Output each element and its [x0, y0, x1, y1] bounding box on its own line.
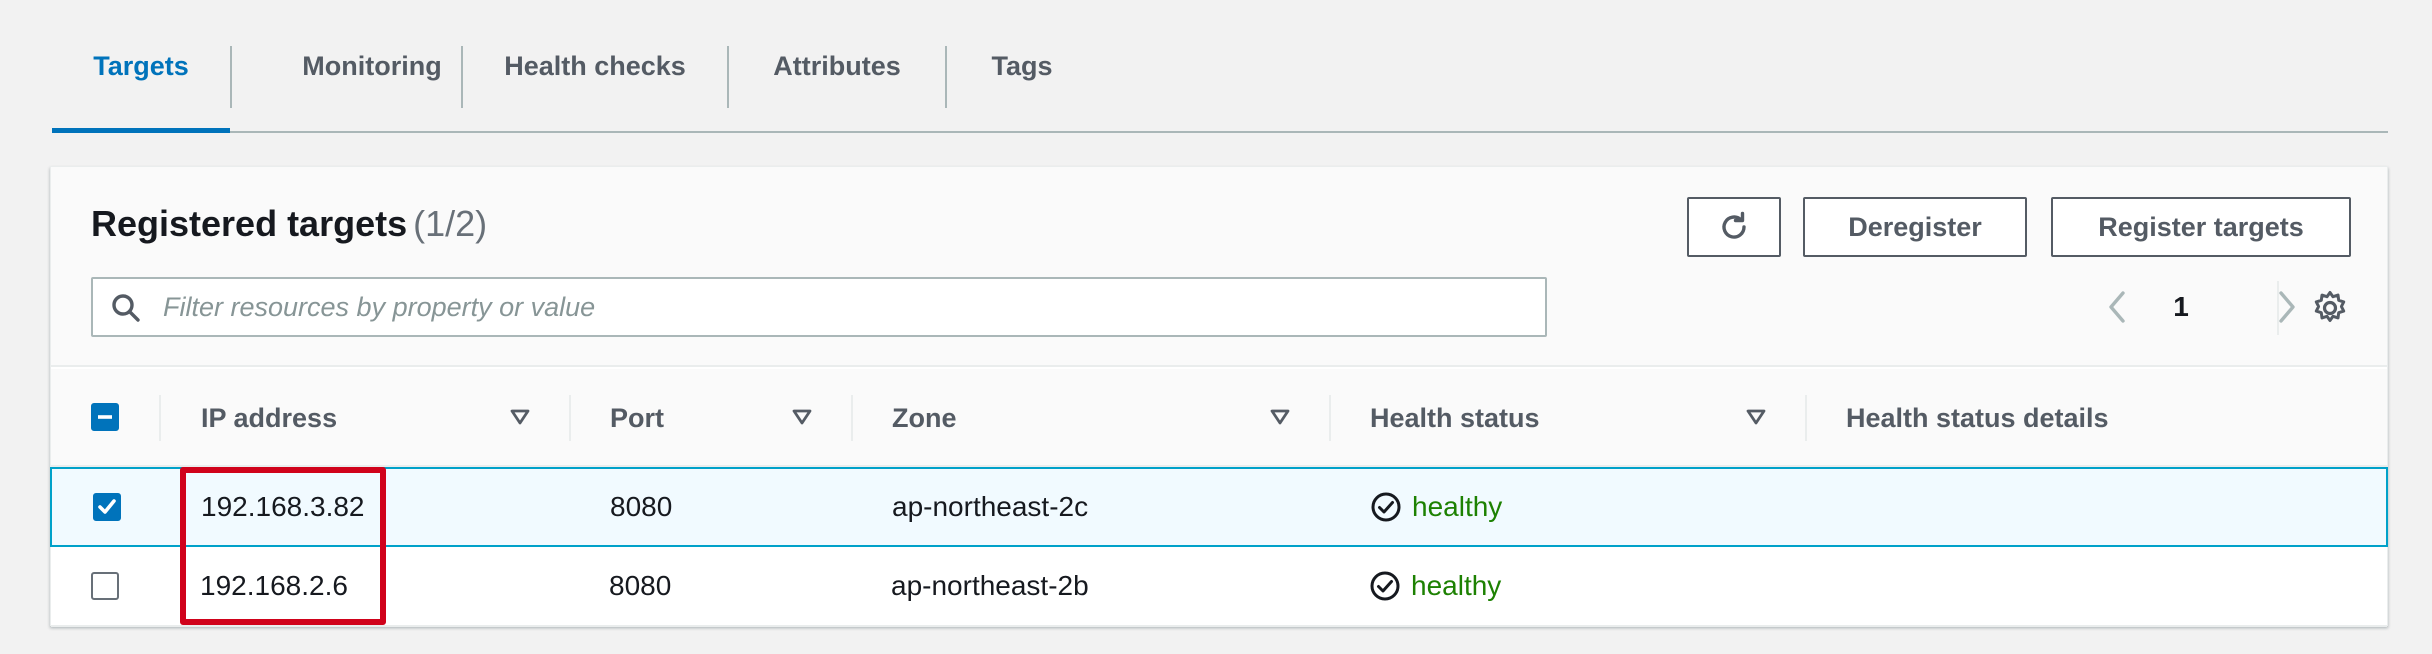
- refresh-icon: [1722, 211, 1746, 239]
- column-header-health-status-details[interactable]: Health status details: [1846, 369, 2109, 467]
- registered-targets-panel: Registered targets (1/2) Deregister Regis…: [50, 166, 2388, 627]
- tab-bar: Targets Monitoring Health checks Attribu…: [52, 0, 2388, 133]
- row-checkbox[interactable]: [91, 572, 119, 600]
- column-header-zone[interactable]: Zone: [892, 369, 957, 467]
- register-targets-button[interactable]: Register targets: [2051, 197, 2351, 257]
- column-divider: [1329, 395, 1331, 441]
- port-cell: 8080: [609, 570, 672, 601]
- tab-health-checks[interactable]: Health checks: [463, 0, 727, 133]
- previous-page-icon[interactable]: [2105, 289, 2131, 325]
- column-divider: [569, 395, 571, 441]
- health-status-cell: healthy: [1370, 469, 1502, 545]
- sort-icon[interactable]: [791, 407, 813, 427]
- panel-header: Registered targets (1/2) Deregister Regis…: [51, 167, 2387, 367]
- refresh-button[interactable]: [1687, 197, 1781, 257]
- panel-title-text: Registered targets: [91, 203, 408, 244]
- table-row[interactable]: 192.168.2.6 8080 ap-northeast-2b healthy: [51, 547, 2387, 627]
- tab-health-checks-label: Health checks: [504, 51, 686, 81]
- tab-attributes[interactable]: Attributes: [729, 0, 945, 133]
- column-header-port[interactable]: Port: [610, 369, 664, 467]
- deregister-button[interactable]: Deregister: [1803, 197, 2027, 257]
- gear-icon[interactable]: [2311, 289, 2349, 327]
- select-all-checkbox[interactable]: [91, 403, 119, 431]
- selection-count: (1/2): [413, 203, 488, 244]
- tab-targets[interactable]: Targets: [52, 0, 230, 133]
- deregister-button-label: Deregister: [1848, 211, 1982, 242]
- tab-targets-label: Targets: [93, 51, 189, 81]
- panel-title: Registered targets (1/2): [91, 203, 487, 245]
- column-header-ip-address[interactable]: IP address: [201, 369, 337, 467]
- health-status-text: healthy: [1412, 491, 1503, 522]
- column-divider: [159, 395, 161, 441]
- status-positive-icon: [1370, 571, 1400, 601]
- sort-icon[interactable]: [1269, 407, 1291, 427]
- zone-cell: ap-northeast-2c: [892, 491, 1089, 522]
- register-targets-button-label: Register targets: [2098, 211, 2304, 242]
- pager-divider: [2277, 281, 2279, 335]
- health-status-text: healthy: [1411, 570, 1502, 601]
- column-divider: [1805, 395, 1807, 441]
- port-cell: 8080: [610, 491, 673, 522]
- column-divider: [851, 395, 853, 441]
- sort-icon[interactable]: [1745, 407, 1767, 427]
- tab-monitoring-label: Monitoring: [302, 51, 442, 81]
- active-tab-indicator: [52, 128, 230, 133]
- column-header-health-status[interactable]: Health status: [1370, 369, 1540, 467]
- tab-attributes-label: Attributes: [773, 51, 901, 81]
- status-positive-icon: [1371, 492, 1401, 522]
- table-header: IP address Port Zone Health status Healt…: [51, 369, 2387, 467]
- tab-tags[interactable]: Tags: [947, 0, 1097, 133]
- ip-address-highlight-box: [180, 467, 386, 625]
- tab-tags-label: Tags: [991, 51, 1053, 81]
- search-input[interactable]: [163, 279, 1533, 335]
- search-icon: [112, 294, 140, 322]
- row-checkbox[interactable]: [93, 493, 121, 521]
- table-row[interactable]: 192.168.3.82 8080 ap-northeast-2c health…: [50, 467, 2388, 547]
- page-number[interactable]: 1: [2161, 287, 2201, 327]
- filter-search: [91, 277, 1547, 337]
- sort-icon[interactable]: [509, 407, 531, 427]
- zone-cell: ap-northeast-2b: [891, 570, 1089, 601]
- health-status-cell: healthy: [1369, 547, 1501, 625]
